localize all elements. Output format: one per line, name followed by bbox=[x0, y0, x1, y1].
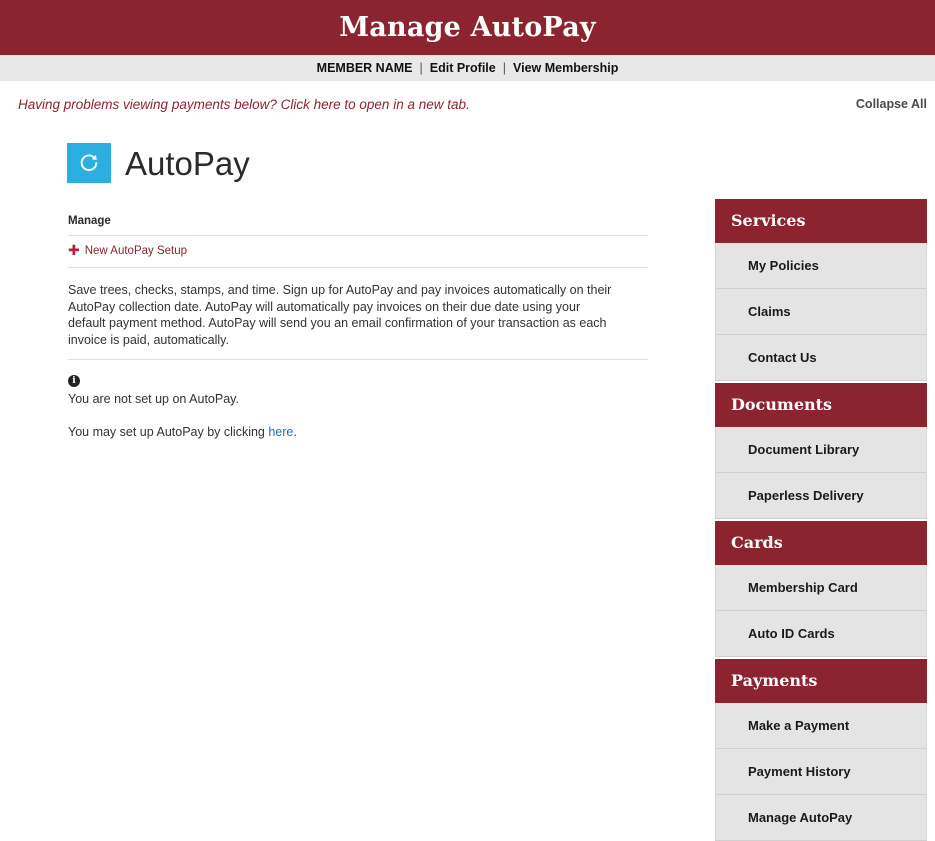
plus-icon: ✚ bbox=[68, 243, 80, 259]
sidebar-header-payments[interactable]: Payments bbox=[715, 659, 927, 703]
autopay-heading-row: AutoPay bbox=[67, 143, 700, 183]
sidebar-header-documents[interactable]: Documents bbox=[715, 383, 927, 427]
autopay-status-text: You are not set up on AutoPay. bbox=[68, 392, 239, 406]
autopay-main-content: AutoPay Manage ✚ New AutoPay Setup Save … bbox=[0, 129, 700, 439]
divider-middle bbox=[68, 267, 648, 268]
info-icon: i bbox=[68, 375, 80, 387]
autopay-description-paragraph: Save trees, checks, stamps, and time. Si… bbox=[68, 283, 612, 347]
page-body: Having problems viewing payments below? … bbox=[0, 81, 935, 841]
new-autopay-setup-link[interactable]: New AutoPay Setup bbox=[85, 245, 187, 257]
sidebar-item-make-a-payment[interactable]: Make a Payment bbox=[715, 703, 927, 749]
nav-separator-1: | bbox=[419, 61, 423, 75]
manage-section-label: Manage bbox=[68, 215, 111, 227]
right-sidebar: Services My Policies Claims Contact Us D… bbox=[715, 199, 927, 841]
sidebar-item-paperless-delivery[interactable]: Paperless Delivery bbox=[715, 473, 927, 519]
divider-bottom bbox=[68, 359, 648, 360]
sidebar-section-cards: Cards Membership Card Auto ID Cards bbox=[715, 521, 927, 657]
sidebar-item-membership-card[interactable]: Membership Card bbox=[715, 565, 927, 611]
collapse-all-button[interactable]: Collapse All bbox=[856, 97, 927, 111]
sidebar-section-documents: Documents Document Library Paperless Del… bbox=[715, 383, 927, 519]
sidebar-header-cards[interactable]: Cards bbox=[715, 521, 927, 565]
refresh-icon bbox=[67, 143, 111, 183]
member-nav-bar: MEMBER NAME | Edit Profile | View Member… bbox=[0, 55, 935, 81]
divider-top bbox=[68, 235, 648, 236]
autopay-section-title: AutoPay bbox=[125, 144, 250, 182]
sidebar-section-services: Services My Policies Claims Contact Us bbox=[715, 199, 927, 381]
setup-hint-suffix: . bbox=[293, 425, 297, 439]
sidebar-item-manage-autopay[interactable]: Manage AutoPay bbox=[715, 795, 927, 841]
page-title: Manage AutoPay bbox=[339, 12, 596, 43]
nav-separator-2: | bbox=[502, 61, 506, 75]
page-header-banner: Manage AutoPay bbox=[0, 0, 935, 55]
view-membership-link[interactable]: View Membership bbox=[513, 61, 618, 75]
member-name-label: MEMBER NAME bbox=[316, 61, 413, 75]
autopay-setup-hint: You may set up AutoPay by clicking here. bbox=[68, 425, 700, 439]
info-icon-row: i bbox=[68, 370, 700, 388]
sidebar-item-my-policies[interactable]: My Policies bbox=[715, 243, 927, 289]
edit-profile-link[interactable]: Edit Profile bbox=[430, 61, 496, 75]
sidebar-item-contact-us[interactable]: Contact Us bbox=[715, 335, 927, 381]
sidebar-item-document-library[interactable]: Document Library bbox=[715, 427, 927, 473]
sidebar-item-auto-id-cards[interactable]: Auto ID Cards bbox=[715, 611, 927, 657]
setup-hint-prefix: You may set up AutoPay by clicking bbox=[68, 425, 269, 439]
sidebar-item-payment-history[interactable]: Payment History bbox=[715, 749, 927, 795]
new-autopay-setup-row[interactable]: ✚ New AutoPay Setup bbox=[68, 244, 700, 258]
viewing-problems-notice[interactable]: Having problems viewing payments below? … bbox=[18, 97, 470, 112]
sidebar-item-claims[interactable]: Claims bbox=[715, 289, 927, 335]
sidebar-header-services[interactable]: Services bbox=[715, 199, 927, 243]
sidebar-section-payments: Payments Make a Payment Payment History … bbox=[715, 659, 927, 841]
setup-here-link[interactable]: here bbox=[268, 425, 293, 439]
